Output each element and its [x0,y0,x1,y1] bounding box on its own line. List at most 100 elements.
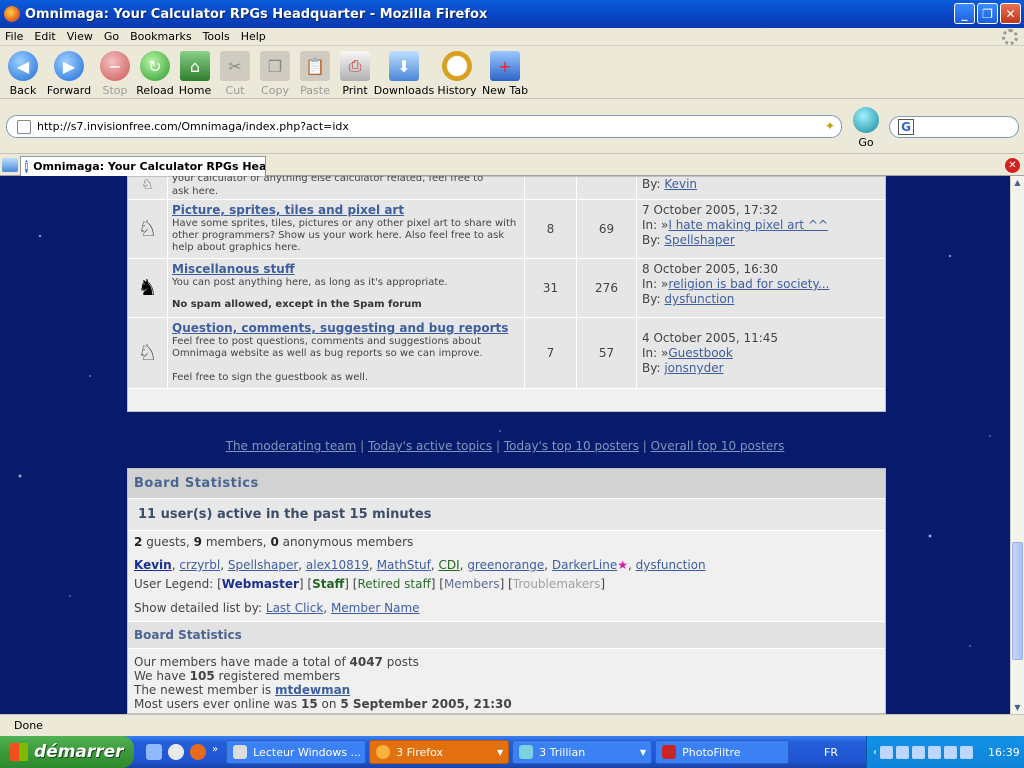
user-link[interactable]: Kevin [134,558,172,572]
firefox-quick-icon[interactable] [190,744,206,760]
print-button[interactable]: ⎙ Print [335,47,375,98]
alarm-clock-icon [442,51,472,81]
tab-bar: i Omnimaga: Your Calculator RPGs Hea... ✕ [0,155,1024,176]
group-arrow-icon: ▼ [496,747,504,757]
quick-launch: » [146,744,218,760]
start-button[interactable]: démarrer [0,736,134,768]
scroll-thumb[interactable] [1012,542,1023,660]
active-topics-link[interactable]: Today's active topics [368,439,492,453]
firefox-icon [376,745,391,759]
forum-link[interactable]: Question, comments, suggesting and bug r… [172,321,520,335]
menu-bookmarks[interactable]: Bookmarks [130,30,191,43]
active-users-counts: 2 guests, 9 members, 0 anonymous members [134,535,414,549]
page-content: ♘ your calculator or anything else calcu… [0,176,1010,714]
stop-button[interactable]: − Stop [95,47,135,98]
user-link[interactable]: crzyrbl [179,558,220,572]
menu-file[interactable]: File [5,30,23,43]
newest-member: The newest member is mtdewman [134,683,351,697]
forum-table: ♘ your calculator or anything else calcu… [127,176,886,412]
active-users-header: 11 user(s) active in the past 15 minutes [128,499,885,531]
member-name-link[interactable]: Member Name [331,601,420,615]
menu-view[interactable]: View [67,30,93,43]
user-link[interactable]: MathStuf [377,558,431,572]
paste-button[interactable]: 📋 Paste [295,47,335,98]
scroll-down-icon[interactable]: ▼ [1011,701,1024,714]
user-link[interactable]: DarkerLine [552,558,617,572]
home-button[interactable]: ⌂ Home [175,47,215,98]
forum-link[interactable]: Picture, sprites, tiles and pixel art [172,203,520,217]
dropdown-arrow-icon[interactable]: ✦ [825,119,835,133]
scroll-up-icon[interactable]: ▲ [1011,176,1024,189]
user-link[interactable]: greenorange [467,558,544,572]
top10-overall-link[interactable]: Overall top 10 posters [651,439,785,453]
last-topic-link[interactable]: I hate making pixel art ^^ [668,218,828,232]
language-indicator[interactable]: FR [824,746,838,759]
minimize-button[interactable]: _ [954,3,975,24]
last-poster-link[interactable]: Spellshaper [664,233,734,247]
clock[interactable]: 16:39 [988,746,1020,759]
last-poster-link[interactable]: dysfunction [664,292,734,306]
user-link[interactable]: dysfunction [636,558,706,572]
newest-member-link[interactable]: mtdewman [275,683,350,697]
last-click-link[interactable]: Last Click [266,601,323,615]
url-field[interactable]: http://s7.invisionfree.com/Omnimaga/inde… [6,115,842,138]
user-link[interactable]: CDI [439,558,460,572]
most-online: Most users ever online was 15 on 5 Septe… [134,697,512,711]
copy-button[interactable]: ❐ Copy [255,47,295,98]
reload-button[interactable]: ↻ Reload [135,47,175,98]
restore-button[interactable]: ❐ [977,3,998,24]
downloads-icon: ⬇ [389,51,419,81]
task-firefox[interactable]: 3 Firefox ▼ [369,740,510,764]
close-tab-icon[interactable]: ✕ [1005,158,1020,173]
forward-arrow-icon: ▶ [54,51,84,81]
menu-go[interactable]: Go [104,30,119,43]
network-icon[interactable] [880,745,893,759]
close-button[interactable]: ✕ [1000,3,1021,24]
forum-link[interactable]: Miscellanous stuff [172,262,520,276]
tray-app-icon[interactable] [960,745,973,759]
vertical-scrollbar[interactable]: ▲ ▼ [1010,176,1024,714]
menu-help[interactable]: Help [241,30,266,43]
status-bar: Done [0,714,1024,736]
volume-icon[interactable] [944,745,957,759]
ie-icon[interactable] [146,744,162,760]
user-link[interactable]: Spellshaper [228,558,298,572]
moderating-team-link[interactable]: The moderating team [226,439,357,453]
paste-icon: 📋 [300,51,330,81]
user-link[interactable]: alex10819 [306,558,369,572]
tab-omnimaga[interactable]: i Omnimaga: Your Calculator RPGs Hea... [20,156,266,176]
board-footer-links: The moderating team | Today's active top… [225,439,785,453]
back-button[interactable]: ◀ Back [3,47,43,98]
cut-button[interactable]: ✂ Cut [215,47,255,98]
last-poster-link[interactable]: jonsnyder [664,361,723,375]
task-photofiltre[interactable]: PhotoFiltre [655,740,790,764]
tray-app-icon[interactable] [912,745,925,759]
tray-expand-icon[interactable]: ‹ [873,747,877,758]
trillian-icon [519,745,534,759]
menu-tools[interactable]: Tools [203,30,230,43]
history-button[interactable]: History [433,47,481,98]
downloads-button[interactable]: ⬇ Downloads [374,47,434,98]
tray-app-icon[interactable] [928,745,941,759]
media-player-icon[interactable] [168,744,184,760]
forward-button[interactable]: ▶ Forward [43,47,95,98]
new-tab-button[interactable]: + New Tab [481,47,529,98]
stats-subtitle: Board Statistics [128,621,885,649]
chevron-right-icon[interactable]: » [212,744,218,760]
navigation-toolbar: ◀ Back ▶ Forward − Stop ↻ Reload ⌂ Home ✂ Cut … [0,47,1024,99]
last-topic-link[interactable]: Guestbook [668,346,733,360]
forum-status-icon: ♘ [128,200,168,258]
table-row: ♞ Miscellanous stuff You can post anythin… [128,259,885,318]
menu-edit[interactable]: Edit [34,30,55,43]
last-poster-link[interactable]: Kevin [664,177,697,191]
title-bar[interactable]: Omnimaga: Your Calculator RPGs Headquart… [0,0,1024,28]
go-button[interactable]: Go [851,107,881,149]
top10-today-link[interactable]: Today's top 10 posters [504,439,639,453]
new-tab-small-icon[interactable] [2,158,18,172]
task-trillian[interactable]: 3 Trillian ▼ [512,740,653,764]
search-input[interactable]: G [889,116,1019,138]
home-icon: ⌂ [180,51,210,81]
task-media-player[interactable]: Lecteur Windows ... [226,740,367,764]
last-topic-link[interactable]: religion is bad for society... [668,277,829,291]
tray-app-icon[interactable] [896,745,909,759]
